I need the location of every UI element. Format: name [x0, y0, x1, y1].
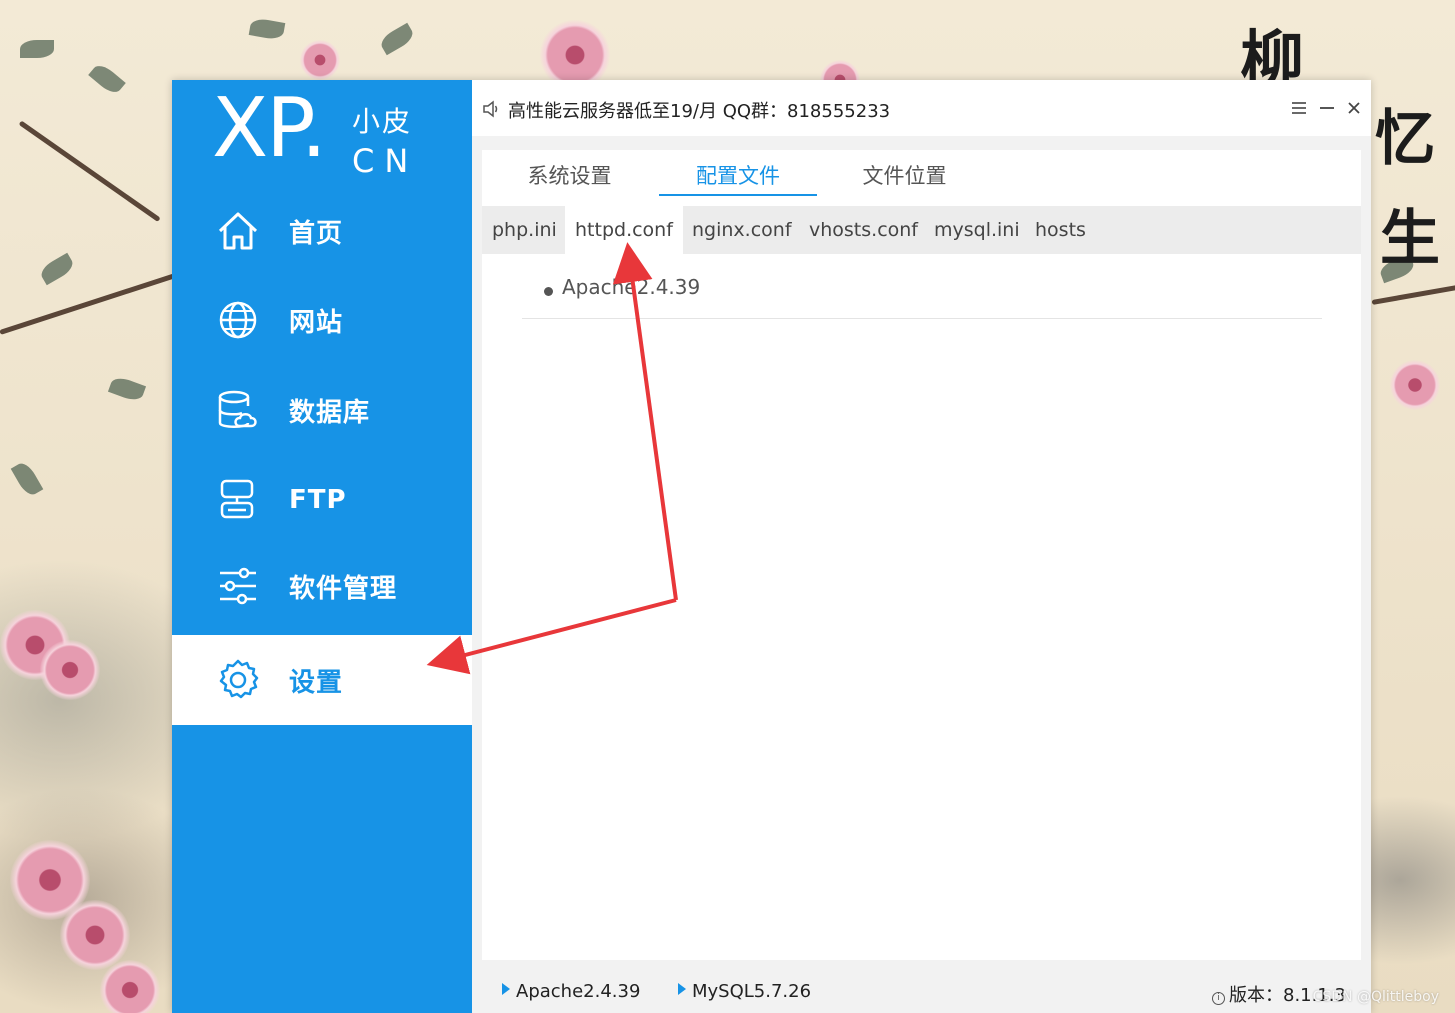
- play-icon: [678, 983, 686, 995]
- sidebar-item-label: 首页: [289, 218, 344, 249]
- sidebar-item-website[interactable]: 网站: [172, 275, 472, 365]
- sidebar-item-ftp[interactable]: FTP: [172, 455, 472, 545]
- speaker-icon: [483, 100, 498, 118]
- ftp-icon: [220, 479, 254, 519]
- tab-file-location[interactable]: 文件位置: [837, 160, 972, 196]
- app-logo: XP. 小皮 CN: [212, 84, 432, 181]
- status-apache: Apache2.4.39: [502, 981, 640, 1002]
- status-bar: Apache2.4.39 MySQL5.7.26 i 版本：8.1.1.3: [472, 975, 1371, 1013]
- sidebar-item-software[interactable]: 软件管理: [172, 541, 472, 631]
- watermark: CSDN @Qlittleboy: [1312, 989, 1439, 1005]
- app-window: XP. 小皮 CN 首页 网站 数据库 FTP 软件管理 设置 高性能云服务器低…: [172, 80, 1371, 1013]
- globe-icon: [219, 301, 257, 339]
- database-icon: [218, 390, 257, 428]
- settings-tabs: 系统设置 配置文件 文件位置: [482, 150, 1361, 206]
- status-mysql: MySQL5.7.26: [678, 981, 811, 1002]
- gear-icon: [219, 659, 259, 699]
- logo-small-bottom: CN: [352, 142, 419, 180]
- status-apache-label: Apache2.4.39: [516, 981, 641, 1002]
- sidebar: XP. 小皮 CN 首页 网站 数据库 FTP 软件管理 设置: [172, 80, 472, 1013]
- tab-system-settings[interactable]: 系统设置: [502, 160, 637, 196]
- home-icon: [218, 212, 258, 250]
- list-item[interactable]: Apache2.4.39: [522, 275, 1322, 319]
- sidebar-item-home[interactable]: 首页: [172, 186, 472, 276]
- menu-icon[interactable]: [1289, 98, 1309, 118]
- main-area: 高性能云服务器低至19/月 QQ群：818555233 系统设置 配置文件 文件…: [472, 80, 1371, 1013]
- logo-small-top: 小皮: [352, 105, 413, 138]
- subtab-httpd-conf[interactable]: httpd.conf: [565, 206, 683, 254]
- config-file-tabs: php.ini httpd.conf nginx.conf vhosts.con…: [482, 206, 1361, 254]
- settings-panel: 系统设置 配置文件 文件位置 php.ini httpd.conf nginx.…: [482, 150, 1361, 960]
- tab-config-files[interactable]: 配置文件: [659, 160, 817, 196]
- list-item-label: Apache2.4.39: [562, 275, 701, 299]
- close-icon[interactable]: [1344, 98, 1364, 118]
- subtab-vhosts-conf[interactable]: vhosts.conf: [799, 206, 928, 254]
- title-announcement[interactable]: 高性能云服务器低至19/月 QQ群：818555233: [508, 97, 890, 123]
- sidebar-item-settings[interactable]: 设置: [172, 635, 472, 725]
- sidebar-item-label: 数据库: [289, 397, 371, 428]
- bullet-icon: [544, 287, 553, 296]
- sidebar-item-label: 网站: [289, 307, 344, 338]
- sliders-icon: [220, 567, 256, 605]
- sidebar-item-label: 设置: [289, 667, 344, 698]
- play-icon: [502, 983, 510, 995]
- sidebar-item-label: FTP: [289, 485, 347, 515]
- subtab-hosts[interactable]: hosts: [1025, 206, 1096, 254]
- info-icon: i: [1212, 992, 1225, 1005]
- status-mysql-label: MySQL5.7.26: [692, 981, 812, 1002]
- subtab-mysql-ini[interactable]: mysql.ini: [924, 206, 1030, 254]
- subtab-nginx-conf[interactable]: nginx.conf: [682, 206, 802, 254]
- subtab-php-ini[interactable]: php.ini: [482, 206, 567, 254]
- logo-main-text: XP.: [212, 81, 327, 176]
- title-bar: 高性能云服务器低至19/月 QQ群：818555233: [472, 80, 1371, 136]
- sidebar-item-database[interactable]: 数据库: [172, 365, 472, 455]
- minimize-icon[interactable]: [1317, 98, 1337, 118]
- sidebar-item-label: 软件管理: [289, 573, 398, 604]
